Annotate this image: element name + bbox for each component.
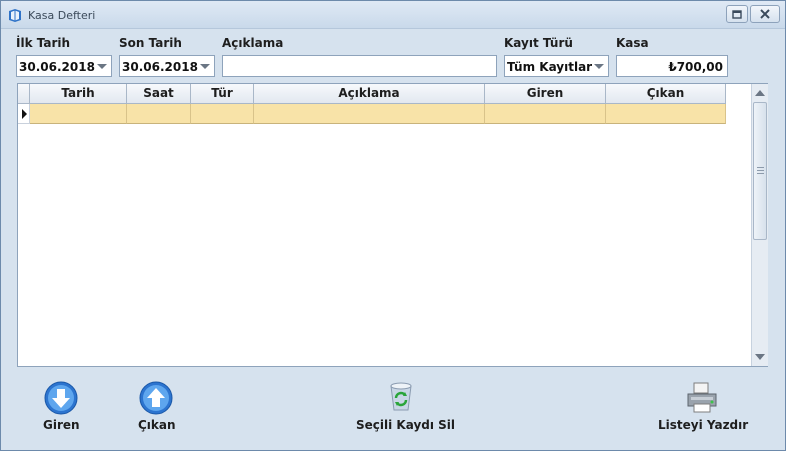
scroll-down-icon[interactable]	[755, 354, 765, 360]
chevron-down-icon[interactable]	[594, 64, 604, 69]
kayit-turu-label: Kayıt Türü	[504, 36, 573, 50]
cell-aciklama[interactable]	[254, 104, 485, 124]
close-icon	[760, 9, 770, 19]
cell-saat[interactable]	[127, 104, 191, 124]
restore-icon	[732, 9, 742, 19]
column-header-giren[interactable]: Giren	[485, 84, 606, 104]
cell-tarih[interactable]	[30, 104, 127, 124]
arrow-up-circle-icon	[139, 381, 173, 415]
kasa-defteri-window: Kasa Defteri İlk Tarih Son Tarih Açıklam…	[0, 0, 786, 451]
restore-button[interactable]	[726, 5, 748, 23]
ilk-tarih-value: 30.06.2018	[19, 60, 95, 74]
grip-line	[757, 173, 764, 174]
vertical-scrollbar[interactable]	[751, 84, 768, 366]
listeyi-yazdir-button[interactable]: Listeyi Yazdır	[655, 379, 749, 435]
cell-cikan[interactable]	[606, 104, 726, 124]
grid-header: Tarih Saat Tür Açıklama Giren Çıkan	[18, 84, 726, 104]
kayit-turu-value: Tüm Kayıtlar	[507, 60, 593, 74]
grip-line	[757, 167, 764, 168]
sil-label: Seçili Kaydı Sil	[356, 418, 456, 432]
cell-giren[interactable]	[485, 104, 606, 124]
table-row[interactable]	[18, 104, 726, 124]
cikan-label: Çıkan	[138, 418, 176, 432]
chevron-down-icon[interactable]	[97, 64, 107, 69]
kasa-balance-field: ₺700,00	[616, 55, 728, 77]
kasa-balance-value: ₺700,00	[668, 60, 723, 74]
close-button[interactable]	[750, 5, 780, 23]
aciklama-input[interactable]	[222, 55, 497, 77]
kayit-turu-select[interactable]: Tüm Kayıtlar	[504, 55, 609, 77]
ilk-tarih-datepicker[interactable]: 30.06.2018	[16, 55, 112, 77]
son-tarih-value: 30.06.2018	[122, 60, 198, 74]
column-header-tarih[interactable]: Tarih	[30, 84, 127, 104]
son-tarih-datepicker[interactable]: 30.06.2018	[119, 55, 215, 77]
column-header-saat[interactable]: Saat	[127, 84, 191, 104]
column-header-cikan[interactable]: Çıkan	[606, 84, 726, 104]
giren-button[interactable]: Giren	[39, 379, 83, 435]
yazdir-label: Listeyi Yazdır	[658, 418, 749, 432]
window-title: Kasa Defteri	[28, 9, 96, 22]
scroll-thumb[interactable]	[753, 102, 767, 240]
printer-icon	[687, 382, 717, 413]
chevron-down-icon[interactable]	[200, 64, 210, 69]
title-bar[interactable]: Kasa Defteri	[1, 1, 785, 29]
son-tarih-label: Son Tarih	[119, 36, 182, 50]
column-header-aciklama[interactable]: Açıklama	[254, 84, 485, 104]
book-icon	[9, 9, 21, 22]
arrow-down-circle-icon	[44, 381, 78, 415]
giren-label: Giren	[43, 418, 80, 432]
scroll-up-icon[interactable]	[755, 90, 765, 96]
kasa-label: Kasa	[616, 36, 649, 50]
cell-tur[interactable]	[191, 104, 254, 124]
grip-line	[757, 170, 764, 171]
cikan-button[interactable]: Çıkan	[134, 379, 178, 435]
row-indicator	[18, 104, 30, 124]
column-header-tur[interactable]: Tür	[191, 84, 254, 104]
aciklama-label: Açıklama	[222, 36, 284, 50]
records-grid[interactable]: Tarih Saat Tür Açıklama Giren Çıkan	[17, 83, 768, 367]
ilk-tarih-label: İlk Tarih	[16, 36, 71, 50]
secili-kaydi-sil-button[interactable]: Seçili Kaydı Sil	[353, 379, 455, 435]
row-header-corner	[18, 84, 30, 104]
recycle-bin-icon	[390, 382, 412, 411]
current-row-arrow-icon	[22, 109, 27, 119]
